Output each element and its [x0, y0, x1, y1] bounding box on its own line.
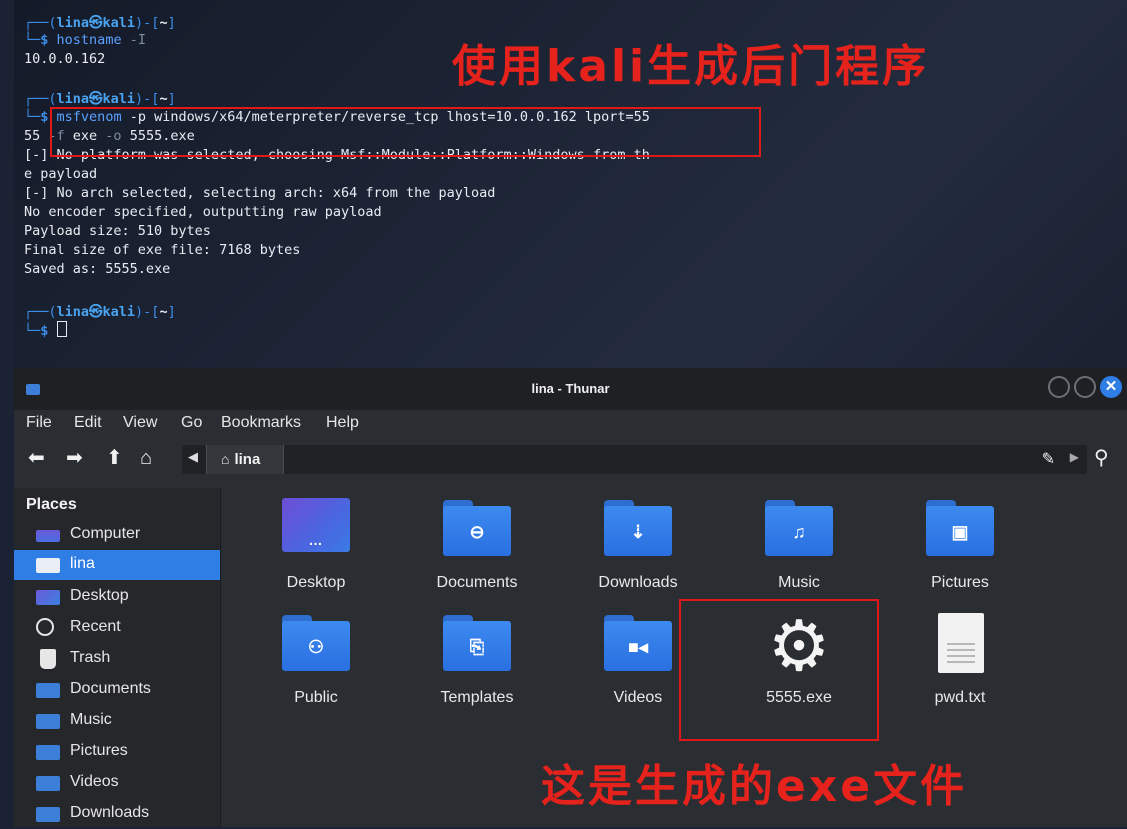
breadcrumb-label: lina: [234, 451, 261, 468]
music-folder-icon: [36, 714, 60, 729]
music-folder-icon: ♫: [765, 500, 833, 556]
sidebar-item-pictures[interactable]: Pictures: [14, 737, 220, 767]
breadcrumb-home[interactable]: ⌂ lina: [206, 445, 284, 474]
command-line-1: └─$ hostname -I: [24, 32, 146, 48]
minimize-button[interactable]: [1048, 376, 1070, 398]
output-line: Payload size: 510 bytes: [24, 223, 211, 239]
videos-folder-icon: [36, 776, 60, 791]
close-icon: ✕: [1104, 378, 1118, 395]
desktop-icon: [36, 590, 60, 605]
sidebar-item-music[interactable]: Music: [14, 706, 220, 736]
output-line: Saved as: 5555.exe: [24, 261, 171, 277]
sidebar-item-computer[interactable]: Computer: [14, 520, 220, 550]
menu-file[interactable]: File: [26, 414, 52, 432]
menu-edit[interactable]: Edit: [74, 414, 102, 432]
downloads-folder-icon: ⇣: [604, 500, 672, 556]
location-bar[interactable]: ◀ ⌂ lina ✎ ▶: [182, 445, 1087, 474]
sidebar-item-downloads[interactable]: Downloads: [14, 799, 220, 829]
cursor: [56, 321, 67, 337]
exe-highlight-box: [679, 599, 879, 741]
pictures-folder-icon: ▣: [926, 500, 994, 556]
annotation-bottom: 这是生成的exe文件: [541, 761, 968, 812]
close-button[interactable]: ✕: [1100, 376, 1122, 398]
back-arrow-icon[interactable]: ⬅: [28, 446, 45, 470]
public-folder-icon: ⚇: [282, 615, 350, 671]
search-icon[interactable]: ⚲: [1094, 445, 1109, 470]
sidebar-item-lina[interactable]: lina: [14, 550, 220, 580]
toolbar: ⬅ ➡ ⬆ ⌂ ◀ ⌂ lina ✎ ▶ ⚲: [14, 438, 1127, 480]
output-line: e payload: [24, 166, 98, 182]
sidebar-item-recent[interactable]: Recent: [14, 613, 220, 643]
window-title: lina - Thunar: [531, 381, 610, 396]
places-sidebar: Places Computer lina Desktop Recent Tras…: [14, 488, 221, 827]
sidebar-item-videos[interactable]: Videos: [14, 768, 220, 798]
computer-icon: [36, 530, 60, 542]
documents-folder-icon: [36, 683, 60, 698]
sidebar-item-trash[interactable]: Trash: [14, 644, 220, 674]
menu-bookmarks[interactable]: Bookmarks: [221, 414, 301, 432]
menu-view[interactable]: View: [123, 414, 157, 432]
sidebar-item-documents[interactable]: Documents: [14, 675, 220, 705]
sidebar-item-desktop[interactable]: Desktop: [14, 582, 220, 612]
up-arrow-icon[interactable]: ⬆: [106, 446, 123, 470]
desktop-folder-icon: …: [282, 498, 350, 552]
command-highlight-box: [50, 107, 761, 157]
breadcrumb-forward-icon[interactable]: ▶: [1070, 450, 1079, 464]
output-line: [-] No arch selected, selecting arch: x6…: [24, 185, 496, 201]
command-line-3[interactable]: └─$: [24, 321, 67, 341]
home-folder-icon: [36, 558, 60, 573]
prompt-line-3: ┌──(lina㉿kali)-[~]: [24, 304, 176, 320]
text-file-icon: [938, 613, 984, 673]
templates-folder-icon: ⎘: [443, 615, 511, 671]
output-line: No encoder specified, outputting raw pay…: [24, 204, 382, 220]
forward-arrow-icon[interactable]: ➡: [66, 446, 83, 470]
maximize-button[interactable]: [1074, 376, 1096, 398]
videos-folder-icon: ■◂: [604, 615, 672, 671]
titlebar[interactable]: lina - Thunar ✕: [14, 368, 1127, 410]
annotation-title: 使用kali生成后门程序: [452, 41, 930, 92]
home-icon[interactable]: ⌂: [140, 446, 152, 470]
trash-icon: [40, 649, 56, 669]
edit-location-icon[interactable]: ✎: [1042, 449, 1055, 469]
breadcrumb-back-icon[interactable]: ◀: [188, 449, 198, 465]
home-icon: ⌂: [221, 451, 230, 467]
downloads-folder-icon: [36, 807, 60, 822]
menu-go[interactable]: Go: [181, 414, 202, 432]
output-ip: 10.0.0.162: [24, 51, 106, 67]
places-heading: Places: [26, 496, 77, 513]
menubar: File Edit View Go Bookmarks Help: [14, 410, 1127, 438]
output-line: Final size of exe file: 7168 bytes: [24, 242, 301, 258]
recent-icon: [36, 618, 54, 636]
documents-folder-icon: ⊖: [443, 500, 511, 556]
pictures-folder-icon: [36, 745, 60, 760]
menu-help[interactable]: Help: [326, 414, 359, 432]
